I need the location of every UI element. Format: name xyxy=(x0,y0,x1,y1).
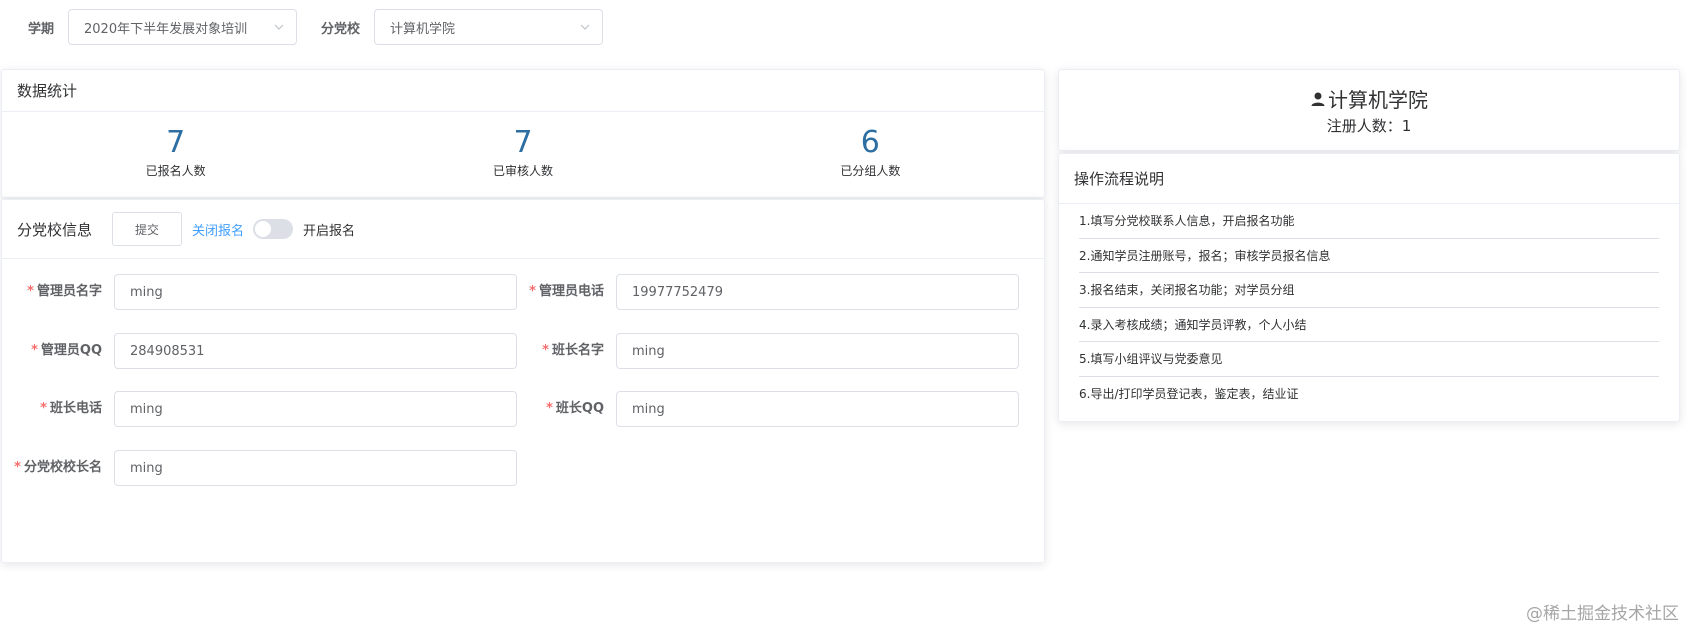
filter-bar: 学期 2020年下半年发展对象培训 分党校 计算机学院 xyxy=(28,9,604,45)
form-item-monitor-phone: * 班长电话 ming xyxy=(14,391,517,427)
form-item-admin-qq: * 管理员QQ 284908531 xyxy=(14,333,517,369)
list-item: 6.导出/打印学员登记表，鉴定表，结业证 xyxy=(1079,387,1299,402)
stats-card: 数据统计 7 已报名人数 7 已审核人数 6 已分组人数 xyxy=(1,69,1045,198)
form-item-principal-name: * 分党校校长名 ming xyxy=(14,450,517,486)
user-college-name: 计算机学院 xyxy=(1328,88,1428,112)
list-item: 2.通知学员注册账号，报名；审核学员报名信息 xyxy=(1079,239,1659,273)
list-item: 3.报名结束，关闭报名功能；对学员分组 xyxy=(1079,273,1659,308)
flow-card: 操作流程说明 1.填写分党校联系人信息，开启报名功能 2.通知学员注册账号，报名… xyxy=(1058,153,1680,422)
stat-registered: 7 已报名人数 xyxy=(2,112,349,198)
stat-value: 7 xyxy=(166,125,186,160)
admin-qq-input[interactable]: 284908531 xyxy=(114,333,517,369)
registration-toggle[interactable] xyxy=(253,219,294,239)
monitor-name-input[interactable]: ming xyxy=(616,333,1019,369)
form-item-admin-phone: * 管理员电话 19977752479 xyxy=(516,274,1019,310)
form-label: * 班长名字 xyxy=(542,343,604,358)
stats-row: 7 已报名人数 7 已审核人数 6 已分组人数 xyxy=(2,112,1044,198)
form-label: * 管理员QQ xyxy=(31,343,102,358)
stat-reviewed: 7 已审核人数 xyxy=(349,112,696,198)
user-icon xyxy=(1311,92,1325,106)
flow-title: 操作流程说明 xyxy=(1059,154,1679,204)
form-label: * 班长电话 xyxy=(40,401,102,416)
branch-label: 分党校 xyxy=(321,21,361,37)
form-item-monitor-qq: * 班长QQ ming xyxy=(516,391,1019,427)
branch-select[interactable]: 计算机学院 xyxy=(374,9,604,45)
term-select-value: 2020年下半年发展对象培训 xyxy=(84,21,248,37)
stat-value: 6 xyxy=(860,125,880,160)
registered-count: 注册人数：1 xyxy=(1326,117,1412,135)
monitor-phone-input[interactable]: ming xyxy=(114,391,517,427)
user-title: 计算机学院 xyxy=(1059,84,1679,113)
term-select[interactable]: 2020年下半年发展对象培训 xyxy=(68,9,298,45)
toggle-knob xyxy=(255,221,272,237)
flow-list: 1.填写分党校联系人信息，开启报名功能 2.通知学员注册账号，报名；审核学员报名… xyxy=(1059,204,1679,411)
form-label: * 管理员名字 xyxy=(27,284,102,299)
form-label: * 班长QQ xyxy=(546,401,604,416)
admin-phone-input[interactable]: 19977752479 xyxy=(616,274,1019,310)
close-registration-label[interactable]: 关闭报名 xyxy=(192,220,244,239)
form-label: * 分党校校长名 xyxy=(14,460,102,475)
stats-title: 数据统计 xyxy=(2,70,1044,112)
list-item: 5.填写小组评议与党委意见 xyxy=(1079,342,1659,377)
list-item: 1.填写分党校联系人信息，开启报名功能 xyxy=(1079,204,1659,239)
principal-name-input[interactable]: ming xyxy=(114,450,517,486)
branch-info-title: 分党校信息 xyxy=(17,220,93,239)
submit-button[interactable]: 提交 xyxy=(112,212,183,246)
open-registration-label[interactable]: 开启报名 xyxy=(303,220,355,239)
form-item-monitor-name: * 班长名字 ming xyxy=(516,333,1019,369)
admin-name-input[interactable]: ming xyxy=(114,274,517,310)
stat-label: 已报名人数 xyxy=(145,164,206,178)
stat-label: 已审核人数 xyxy=(492,164,553,178)
branch-select-value: 计算机学院 xyxy=(390,21,456,37)
stat-value: 7 xyxy=(513,125,533,160)
branch-info-card: 分党校信息 提交 关闭报名 开启报名 * 管理员名字 ming * 管理员电话 19… xyxy=(1,199,1045,563)
user-card: 计算机学院 注册人数：1 xyxy=(1058,69,1680,151)
form-item-admin-name: * 管理员名字 ming xyxy=(14,274,517,310)
chevron-down-icon xyxy=(274,24,284,30)
list-item: 4.录入考核成绩；通知学员评教，个人小结 xyxy=(1079,308,1659,342)
stat-label: 已分组人数 xyxy=(840,164,901,178)
term-label: 学期 xyxy=(28,21,55,37)
form-label: * 管理员电话 xyxy=(529,284,604,299)
monitor-qq-input[interactable]: ming xyxy=(616,391,1019,427)
stat-grouped: 6 已分组人数 xyxy=(697,112,1044,198)
branch-info-header: 分党校信息 提交 关闭报名 开启报名 xyxy=(2,200,1044,259)
chevron-down-icon xyxy=(580,24,590,30)
watermark: @稀土掘金技术社区 xyxy=(1526,604,1679,624)
